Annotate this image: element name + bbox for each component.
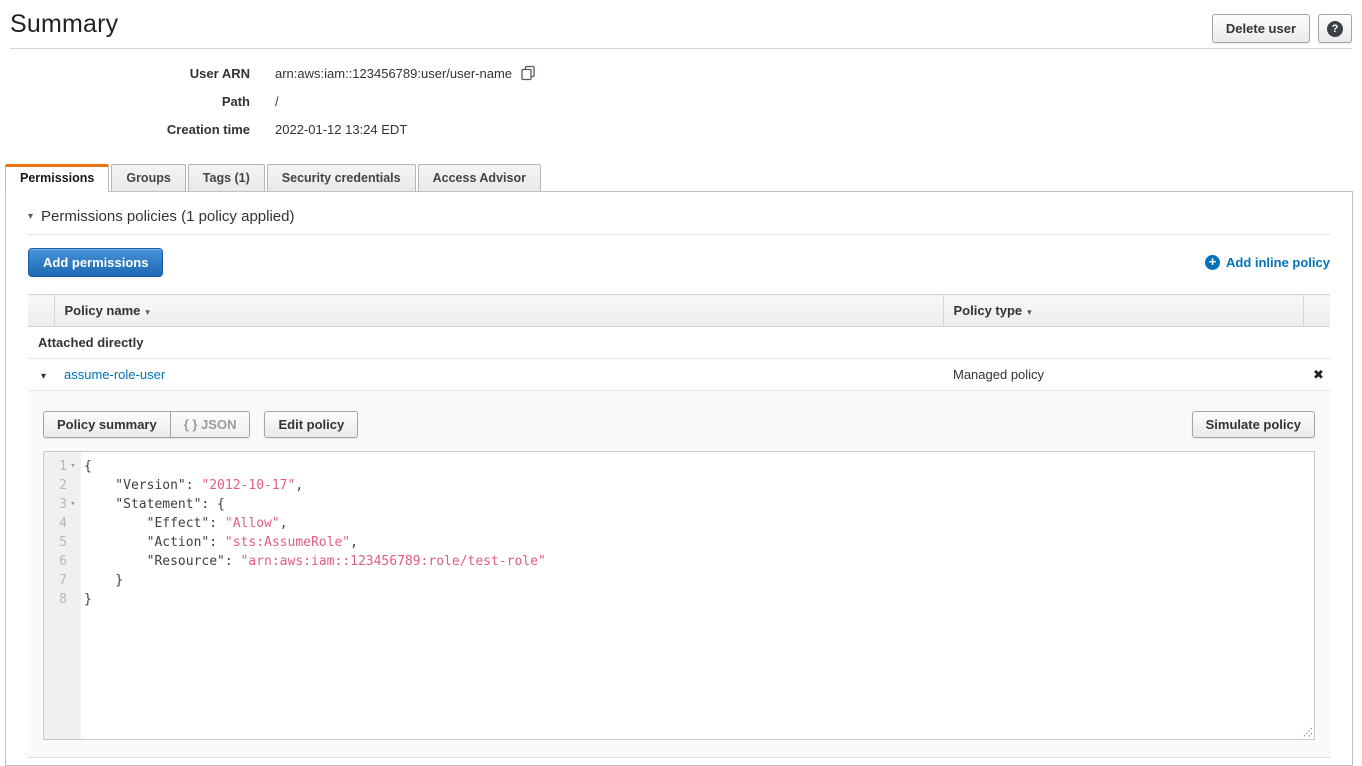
detail-row-user-arn: User ARN arn:aws:iam::123456789:user/use… xyxy=(0,65,1362,81)
policy-row: ▾ assume-role-user Managed policy ✖ xyxy=(28,359,1330,391)
actions-column-header xyxy=(1303,295,1330,327)
policy-name-column-header[interactable]: Policy name▾ xyxy=(54,295,943,327)
tab-bar: Permissions Groups Tags (1) Security cre… xyxy=(5,164,1362,191)
add-inline-policy-link[interactable]: + Add inline policy xyxy=(1205,255,1330,270)
section-collapse-icon: ▾ xyxy=(28,211,33,222)
path-value: / xyxy=(275,94,279,109)
tab-groups[interactable]: Groups xyxy=(111,164,185,191)
line-number: 2 xyxy=(59,476,67,495)
code-line: 2 "Version": "2012-10-17", xyxy=(44,476,1314,495)
policy-json-editor[interactable]: 1▾{2 "Version": "2012-10-17",3▾ "Stateme… xyxy=(43,451,1315,740)
code-text: "Action": "sts:AssumeRole", xyxy=(81,533,358,552)
help-icon: ? xyxy=(1327,21,1343,37)
code-line: 1▾{ xyxy=(44,457,1314,476)
line-number: 5 xyxy=(59,533,67,552)
detail-label: User ARN xyxy=(0,66,250,81)
policy-table: Policy name▾ Policy type▾ Attached direc… xyxy=(28,294,1330,391)
user-arn-value: arn:aws:iam::123456789:user/user-name xyxy=(275,66,512,81)
code-text: } xyxy=(81,571,123,590)
policy-actions-row: Add permissions + Add inline policy xyxy=(28,248,1330,277)
permissions-policies-section-header[interactable]: ▾ Permissions policies (1 policy applied… xyxy=(28,208,1330,235)
copy-icon[interactable] xyxy=(521,65,536,81)
tab-security-credentials[interactable]: Security credentials xyxy=(267,164,416,191)
line-number: 3 xyxy=(59,495,67,514)
group-row: Attached directly xyxy=(28,327,1330,359)
editor-content: 1▾{2 "Version": "2012-10-17",3▾ "Stateme… xyxy=(44,452,1314,609)
fold-caret-icon[interactable]: ▾ xyxy=(68,495,78,514)
collapse-row-icon[interactable]: ▾ xyxy=(38,371,46,382)
policy-table-header-row: Policy name▾ Policy type▾ xyxy=(28,295,1330,327)
line-number: 6 xyxy=(59,552,67,571)
header-actions: Delete user ? xyxy=(1212,14,1352,43)
line-number: 4 xyxy=(59,514,67,533)
code-line: 7 } xyxy=(44,571,1314,590)
line-number: 7 xyxy=(59,571,67,590)
code-text: "Version": "2012-10-17", xyxy=(81,476,303,495)
delete-user-button[interactable]: Delete user xyxy=(1212,14,1310,43)
permissions-panel: ▾ Permissions policies (1 policy applied… xyxy=(5,191,1353,766)
detail-row-creation-time: Creation time 2022-01-12 13:24 EDT xyxy=(0,122,1362,137)
detail-label: Path xyxy=(0,94,250,109)
code-line: 5 "Action": "sts:AssumeRole", xyxy=(44,533,1314,552)
code-text: "Effect": "Allow", xyxy=(81,514,288,533)
plus-circle-icon: + xyxy=(1205,255,1220,270)
code-text: } xyxy=(81,590,92,609)
detail-label: Creation time xyxy=(0,122,250,137)
code-text: { xyxy=(81,457,92,476)
code-text: "Resource": "arn:aws:iam::123456789:role… xyxy=(81,552,546,571)
sort-caret-icon: ▾ xyxy=(1027,307,1032,317)
edit-policy-button[interactable]: Edit policy xyxy=(264,411,358,438)
policy-name-link[interactable]: assume-role-user xyxy=(64,367,165,382)
policy-detail-expanded: Policy summary { } JSON Edit policy Simu… xyxy=(28,391,1330,758)
expand-column-header xyxy=(28,295,54,327)
json-view-button[interactable]: { } JSON xyxy=(171,411,251,438)
group-label: Attached directly xyxy=(38,335,143,350)
code-line: 8} xyxy=(44,590,1314,609)
policy-detail-toolbar: Policy summary { } JSON Edit policy Simu… xyxy=(43,411,1315,438)
line-number: 1 xyxy=(59,457,67,476)
add-permissions-button[interactable]: Add permissions xyxy=(28,248,163,277)
code-line: 3▾ "Statement": { xyxy=(44,495,1314,514)
sort-caret-icon: ▾ xyxy=(145,307,150,317)
line-number: 8 xyxy=(59,590,67,609)
fold-caret-icon[interactable]: ▾ xyxy=(68,457,78,476)
simulate-policy-button[interactable]: Simulate policy xyxy=(1192,411,1315,438)
code-text: "Statement": { xyxy=(81,495,225,514)
detach-policy-icon[interactable]: ✖ xyxy=(1303,359,1330,391)
code-line: 6 "Resource": "arn:aws:iam::123456789:ro… xyxy=(44,552,1314,571)
page-title: Summary xyxy=(10,10,118,39)
creation-time-value: 2022-01-12 13:24 EDT xyxy=(275,122,407,137)
detail-row-path: Path / xyxy=(0,94,1362,109)
policy-summary-button[interactable]: Policy summary xyxy=(43,411,171,438)
editor-resize-handle[interactable] xyxy=(1299,724,1313,738)
code-line: 4 "Effect": "Allow", xyxy=(44,514,1314,533)
policy-type-value: Managed policy xyxy=(953,367,1044,382)
tab-access-advisor[interactable]: Access Advisor xyxy=(418,164,541,191)
header-divider xyxy=(10,48,1352,49)
section-title: Permissions policies (1 policy applied) xyxy=(41,208,294,225)
tab-permissions[interactable]: Permissions xyxy=(5,164,109,192)
tab-tags[interactable]: Tags (1) xyxy=(188,164,265,191)
page-header: Summary Delete user ? xyxy=(0,0,1362,48)
policy-view-toggle: Policy summary { } JSON xyxy=(43,411,250,438)
user-details: User ARN arn:aws:iam::123456789:user/use… xyxy=(0,65,1362,137)
help-button[interactable]: ? xyxy=(1318,14,1352,43)
policy-type-column-header[interactable]: Policy type▾ xyxy=(943,295,1303,327)
